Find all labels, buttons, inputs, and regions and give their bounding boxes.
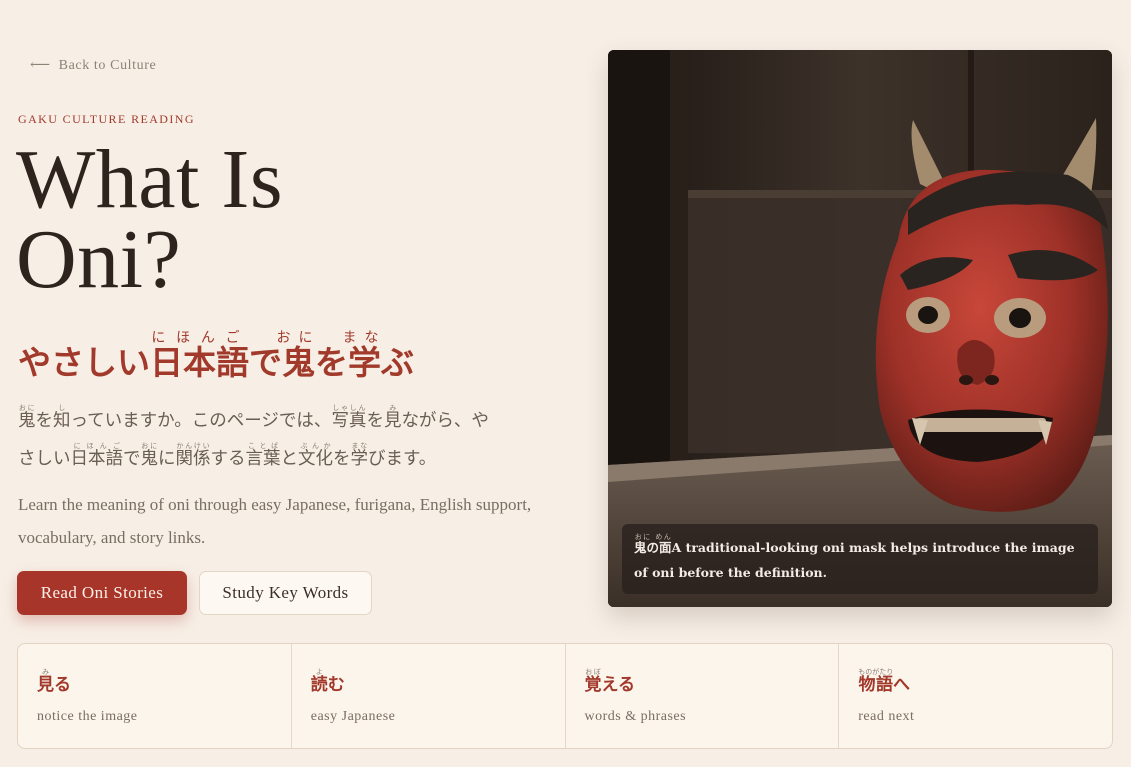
ruby-word: 日本語にほんご — [150, 330, 249, 382]
jp-subtitle-text: やさしい — [18, 343, 150, 382]
step-remember[interactable]: 覚おぼえる words & phrases — [566, 644, 840, 748]
page-title: What Is Oni? — [16, 133, 284, 306]
caption-jp: 鬼の面おに めん — [634, 533, 672, 555]
jp-subtitle-text: ぶ — [381, 343, 414, 382]
photo-caption: 鬼の面おに めんA traditional-looking oni mask h… — [622, 524, 1098, 594]
ruby-word: 文化ぶんか — [298, 442, 333, 469]
ruby-word: 言葉ことば — [245, 442, 281, 469]
ruby-word: 鬼おに — [140, 442, 159, 469]
ruby-word: 学まな — [342, 330, 387, 382]
jp-intro-line-1: 鬼おにを知しっていますか。このページでは、写真しゃしんを見みながら、や — [18, 404, 489, 431]
oni-mask-photo: 鬼の面おに めんA traditional-looking oni mask h… — [608, 50, 1112, 607]
learning-steps: 見みる notice the image 読よむ easy Japanese 覚… — [17, 643, 1113, 749]
jp-intro-line-2: さしい日本語にほんごで鬼おにに関係かんけいする言葉ことばと文化ぶんかを学まなびま… — [18, 442, 437, 469]
ruby-word: 鬼おに — [276, 330, 321, 382]
ruby-word: 学まな — [350, 442, 369, 469]
ruby-word: 見み — [383, 404, 402, 431]
eyebrow-label: GAKU CULTURE READING — [18, 112, 195, 126]
ruby-word: 知し — [53, 404, 71, 431]
step-read[interactable]: 読よむ easy Japanese — [292, 644, 566, 748]
step-title: 読よむ — [310, 668, 345, 695]
caption-en: A traditional-looking oni mask helps int… — [634, 540, 1075, 580]
ruby-word: 鬼おに — [18, 404, 36, 431]
step-subtitle: notice the image — [37, 709, 138, 724]
step-see[interactable]: 見みる notice the image — [18, 644, 292, 748]
step-subtitle: easy Japanese — [310, 709, 396, 724]
ruby-word: 写真しゃしん — [331, 404, 367, 431]
jp-intro-paragraph: 鬼おにを知しっていますか。このページでは、写真しゃしんを見みながら、や さしい日… — [18, 402, 558, 478]
back-to-culture-link[interactable]: ⟵ Back to Culture — [30, 57, 156, 74]
step-title: 見みる — [37, 668, 71, 695]
step-subtitle: words & phrases — [584, 709, 687, 724]
step-to-stories[interactable]: 物語ものがたりへ read next — [839, 644, 1112, 748]
back-link-label: Back to Culture — [58, 58, 157, 73]
step-subtitle: read next — [858, 709, 915, 724]
ruby-word: 日本語にほんご — [70, 442, 124, 469]
step-title: 物語ものがたりへ — [858, 668, 910, 695]
read-oni-stories-button[interactable]: Read Oni Stories — [17, 571, 187, 615]
step-title: 覚おぼえる — [584, 668, 636, 695]
left-arrow-icon: ⟵ — [30, 58, 51, 73]
jp-subtitle: やさしい日本語にほんごで鬼おにを学まなぶ — [18, 330, 414, 384]
study-key-words-button[interactable]: Study Key Words — [199, 571, 372, 615]
en-intro-paragraph: Learn the meaning of oni through easy Ja… — [18, 495, 532, 547]
ruby-word: 関係かんけい — [175, 442, 211, 469]
